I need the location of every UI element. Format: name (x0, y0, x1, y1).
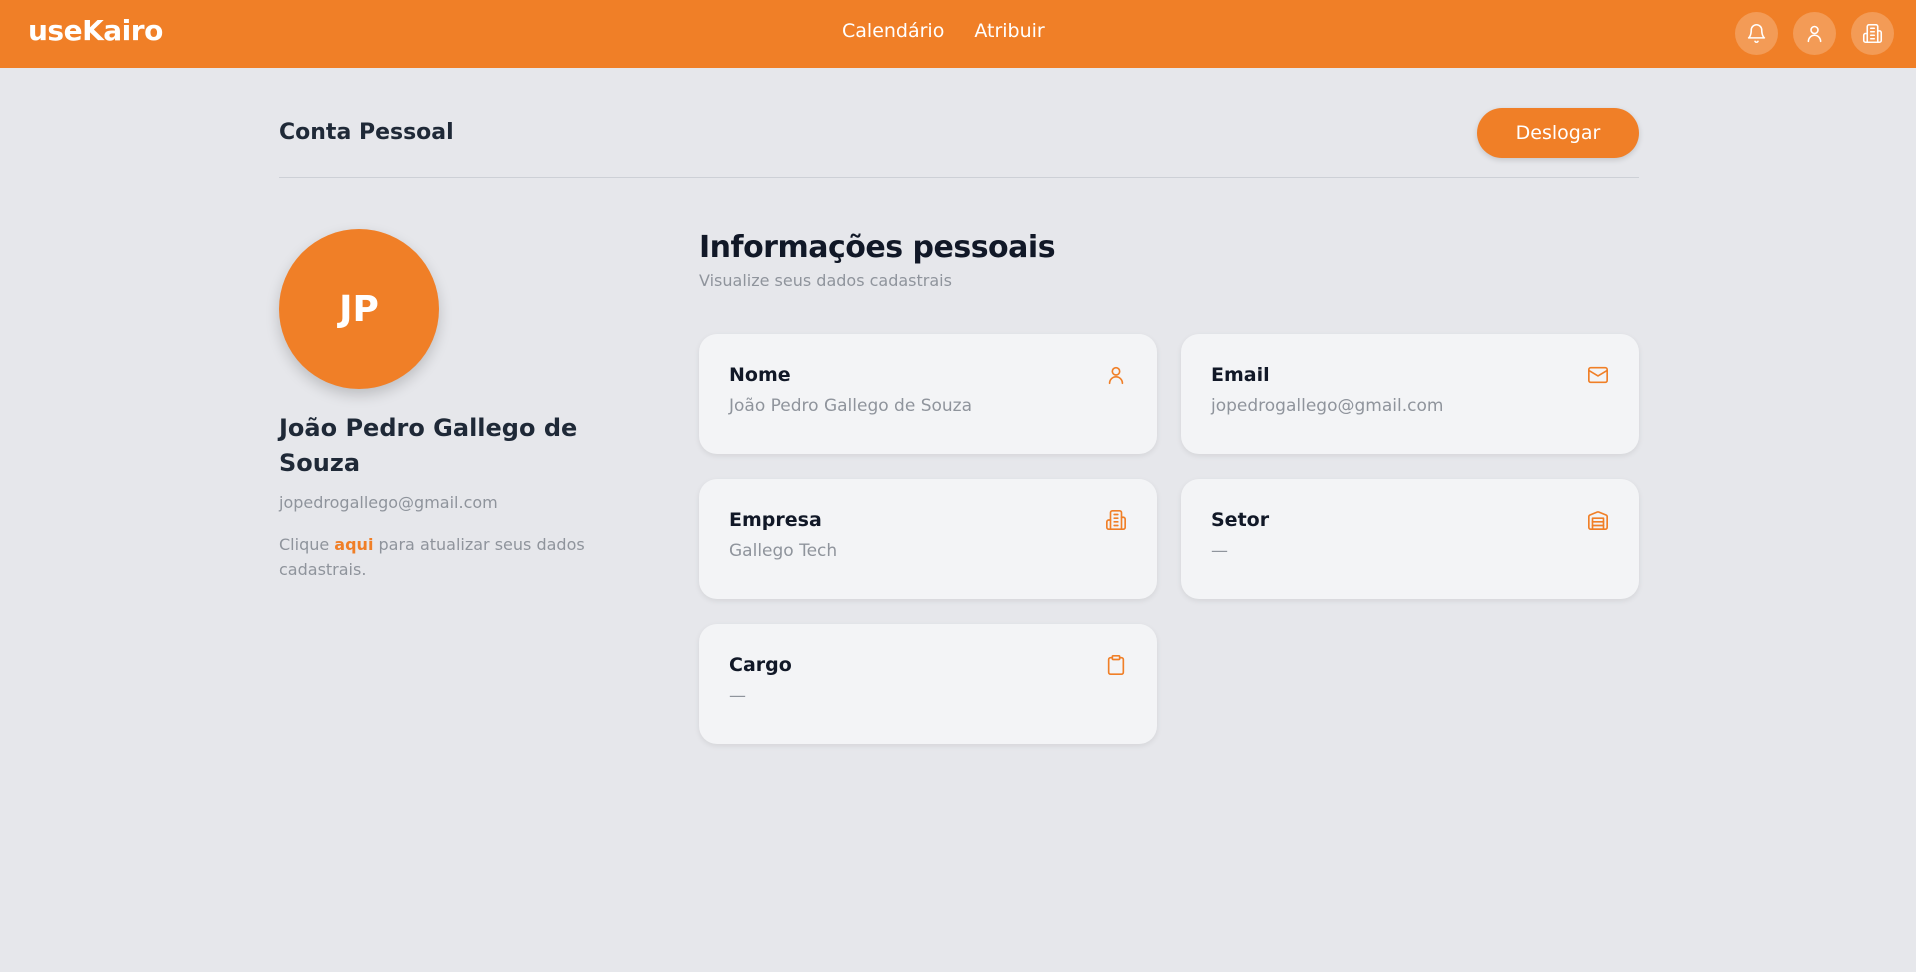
nav-link-calendario[interactable]: Calendário (842, 20, 944, 42)
personal-info-section: Informações pessoais Visualize seus dado… (699, 230, 1639, 744)
card-value: — (729, 686, 746, 706)
clipboard-icon (1107, 655, 1125, 675)
info-card-cargo: Cargo — (699, 624, 1157, 744)
section-subtitle: Visualize seus dados cadastrais (699, 271, 952, 290)
main-nav: Calendário Atribuir (842, 20, 1045, 42)
card-value: jopedrogallego@gmail.com (1211, 396, 1444, 416)
card-label: Nome (729, 364, 791, 386)
info-cards-grid: Nome João Pedro Gallego de Souza Email j… (699, 334, 1639, 744)
user-icon (1807, 25, 1822, 43)
bell-icon (1747, 24, 1766, 44)
info-card-email: Email jopedrogallego@gmail.com (1181, 334, 1639, 454)
info-card-setor: Setor — (1181, 479, 1639, 599)
update-hint: Clique aqui para atualizar seus dados ca… (279, 532, 599, 582)
profile-name: João Pedro Gallego de Souza (279, 414, 578, 477)
top-icon-group (1735, 12, 1894, 55)
update-data-link[interactable]: aqui (334, 535, 373, 554)
card-value: Gallego Tech (729, 541, 838, 561)
nav-link-atribuir[interactable]: Atribuir (974, 20, 1044, 42)
building-icon (1862, 23, 1883, 44)
section-title: Informações pessoais (699, 230, 1056, 265)
card-label: Cargo (729, 654, 792, 676)
profile-panel: JP João Pedro Gallego de Souza jopedroga… (279, 229, 619, 582)
building-icon (1106, 510, 1126, 530)
profile-email: jopedrogallego@gmail.com (279, 493, 498, 512)
update-hint-prefix: Clique (279, 535, 335, 554)
info-card-nome: Nome João Pedro Gallego de Souza (699, 334, 1157, 454)
card-label: Setor (1211, 509, 1270, 531)
page-title: Conta Pessoal (279, 120, 454, 145)
user-icon (1108, 366, 1124, 385)
avatar: JP (279, 229, 439, 389)
card-value: João Pedro Gallego de Souza (729, 396, 973, 416)
company-button[interactable] (1851, 12, 1894, 55)
brand-logo[interactable]: useKairo (28, 14, 163, 47)
logout-button[interactable]: Deslogar (1477, 108, 1639, 158)
card-value: — (1211, 541, 1228, 561)
top-navbar: useKairo Calendário Atribuir (0, 0, 1916, 68)
card-label: Email (1211, 364, 1270, 386)
notifications-button[interactable] (1735, 12, 1778, 55)
warehouse-icon (1588, 511, 1608, 530)
card-label: Empresa (729, 509, 822, 531)
mail-icon (1588, 366, 1608, 384)
profile-button[interactable] (1793, 12, 1836, 55)
info-card-empresa: Empresa Gallego Tech (699, 479, 1157, 599)
page-header: Conta Pessoal Deslogar (279, 108, 1639, 178)
